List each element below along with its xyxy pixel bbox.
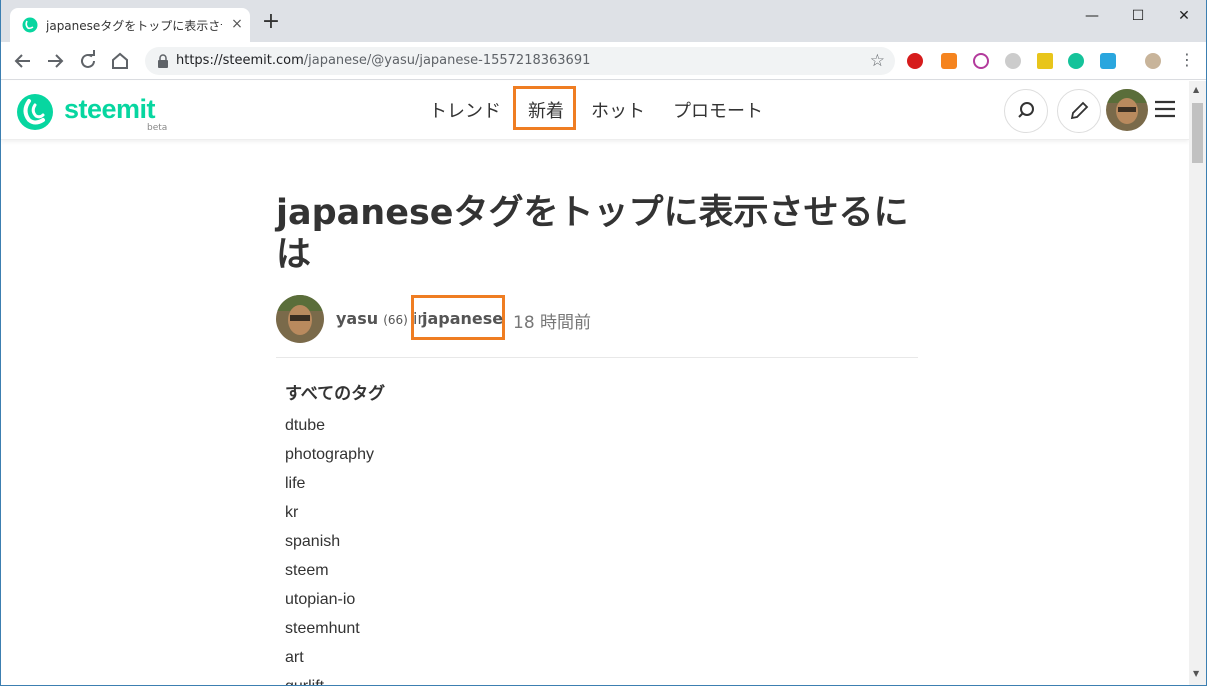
- scroll-up-icon[interactable]: ▲: [1193, 85, 1199, 94]
- divider: [276, 357, 918, 358]
- lock-icon: [158, 54, 168, 68]
- extension-grey-icon[interactable]: [1005, 53, 1021, 69]
- beta-label: beta: [147, 123, 168, 133]
- steemit-logo-icon: [17, 94, 53, 130]
- tag-item[interactable]: art: [285, 649, 374, 678]
- tag-item[interactable]: steemhunt: [285, 620, 374, 649]
- post-category[interactable]: japanese: [422, 309, 503, 328]
- tag-item[interactable]: photography: [285, 446, 374, 475]
- extension-yellow-icon[interactable]: [1037, 53, 1053, 69]
- search-icon: [1018, 102, 1034, 118]
- browser-tab[interactable]: japaneseタグをトップに表示させるには ×: [10, 8, 250, 42]
- author-avatar[interactable]: [276, 295, 324, 343]
- search-button[interactable]: [1004, 89, 1048, 133]
- site-header: steemit beta トレンド 新着 ホット プロモート: [1, 81, 1189, 140]
- post-title: japaneseタグをトップに表示させるには: [276, 193, 909, 275]
- bookmark-star-icon[interactable]: ☆: [870, 51, 885, 71]
- tag-item[interactable]: qurlift: [285, 678, 374, 685]
- logo-wordmark: steemit: [64, 94, 156, 124]
- close-window-button[interactable]: ✕: [1161, 0, 1206, 32]
- write-post-button[interactable]: [1057, 89, 1101, 133]
- nav-hot[interactable]: ホット: [591, 97, 645, 123]
- nav-promoted[interactable]: プロモート: [673, 97, 763, 123]
- profile-icon[interactable]: [1145, 53, 1161, 69]
- new-tab-button[interactable]: +: [261, 11, 281, 33]
- browser-window: japaneseタグをトップに表示させるには × + — ☐ ✕ https:/…: [0, 0, 1207, 686]
- scroll-thumb[interactable]: [1192, 103, 1203, 163]
- author-reputation: (66): [383, 313, 408, 327]
- pencil-icon: [1070, 101, 1089, 120]
- grammarly-icon[interactable]: [1068, 53, 1084, 69]
- extension-blue-icon[interactable]: [1100, 53, 1116, 69]
- url-path: /japanese/@yasu/japanese-1557218363691: [303, 53, 591, 68]
- minimize-button[interactable]: —: [1069, 0, 1115, 32]
- extension-red-icon[interactable]: [907, 53, 923, 69]
- browser-toolbar: https://steemit.com/japanese/@yasu/japan…: [1, 42, 1206, 117]
- home-icon[interactable]: [107, 48, 133, 74]
- url-host: https://steemit.com: [176, 53, 304, 68]
- title-bar: japaneseタグをトップに表示させるには × + — ☐ ✕: [1, 0, 1206, 42]
- page-scrollbar[interactable]: ▲ ▼: [1189, 81, 1206, 685]
- url-text: https://steemit.com/japanese/@yasu/japan…: [176, 53, 590, 68]
- tag-item[interactable]: kr: [285, 504, 374, 533]
- tab-close-icon[interactable]: ×: [228, 15, 246, 33]
- maximize-button[interactable]: ☐: [1115, 0, 1161, 32]
- scroll-down-icon[interactable]: ▼: [1193, 669, 1199, 678]
- nav-new[interactable]: 新着: [528, 97, 564, 123]
- tag-item[interactable]: spanish: [285, 533, 374, 562]
- tag-item[interactable]: life: [285, 475, 374, 504]
- tag-item[interactable]: dtube: [285, 417, 374, 446]
- tags-heading: すべてのタグ: [285, 384, 386, 404]
- author-name[interactable]: yasu: [336, 309, 378, 328]
- post-time[interactable]: 18 時間前: [513, 308, 591, 333]
- extension-ring-icon[interactable]: [973, 53, 989, 69]
- steemit-favicon-icon: [22, 17, 38, 33]
- address-bar[interactable]: https://steemit.com/japanese/@yasu/japan…: [145, 47, 895, 75]
- browser-menu-icon[interactable]: ⋮: [1179, 50, 1195, 69]
- metamask-icon[interactable]: [941, 53, 957, 69]
- reload-icon[interactable]: [75, 48, 101, 74]
- forward-icon[interactable]: [42, 48, 68, 74]
- avatar[interactable]: [1106, 89, 1148, 131]
- tab-title: japaneseタグをトップに表示させるには: [46, 19, 222, 33]
- hamburger-icon[interactable]: [1154, 99, 1176, 119]
- tag-item[interactable]: steem: [285, 562, 374, 591]
- nav-trending[interactable]: トレンド: [429, 97, 501, 123]
- steemit-logo[interactable]: steemit beta: [16, 90, 176, 134]
- tag-list: dtube photography life kr spanish steem …: [285, 417, 374, 685]
- back-icon[interactable]: [10, 48, 36, 74]
- tag-item[interactable]: utopian-io: [285, 591, 374, 620]
